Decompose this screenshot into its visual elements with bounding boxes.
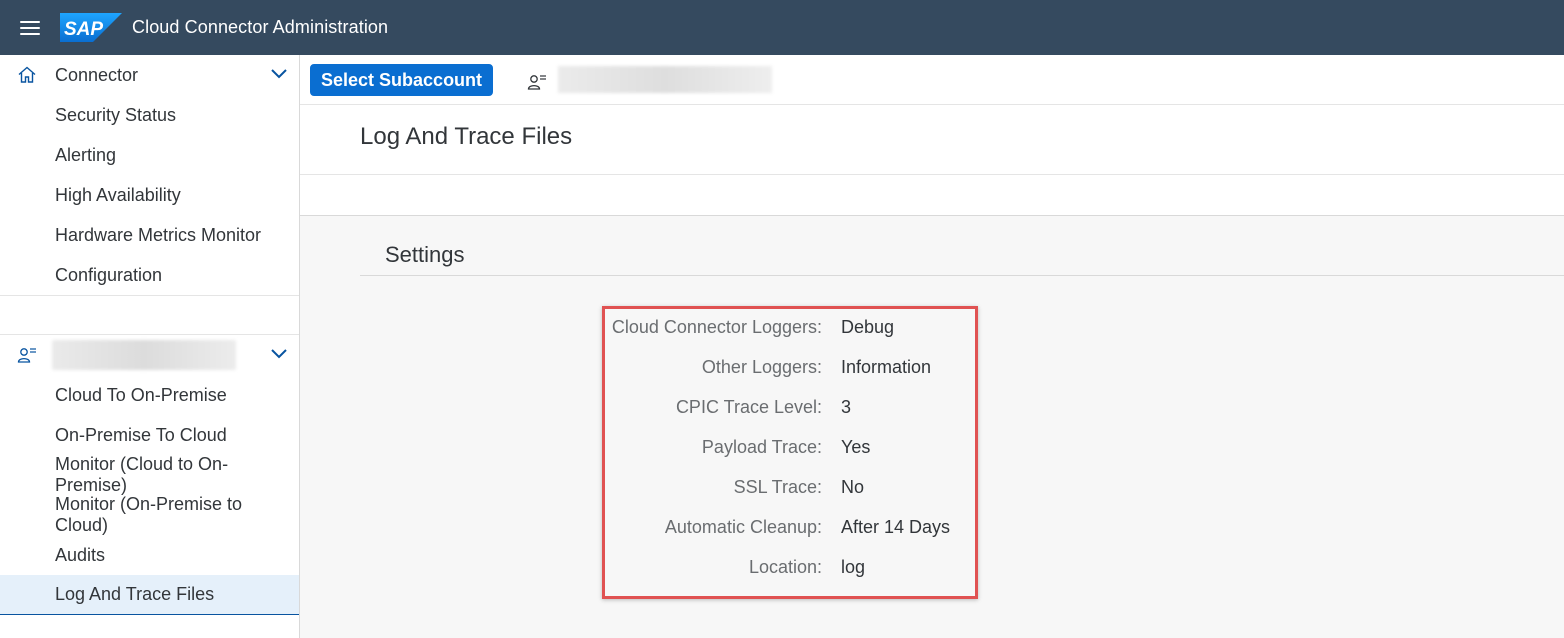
svg-text:SAP: SAP xyxy=(64,19,103,40)
chevron-down-icon[interactable] xyxy=(270,347,288,361)
sidebar-item-high-availability[interactable]: High Availability xyxy=(0,175,299,215)
redacted-subaccount-name xyxy=(52,340,236,370)
nav-group-connector: Connector Security Status Alerting High … xyxy=(0,55,299,295)
setting-label: SSL Trace: xyxy=(733,477,822,497)
sidebar-item-configuration[interactable]: Configuration xyxy=(0,255,299,295)
settings-row: SSL Trace: No xyxy=(300,473,980,503)
setting-value: Yes xyxy=(841,437,871,457)
nav-header-label: Connector xyxy=(55,64,139,85)
setting-value: No xyxy=(841,477,865,497)
home-icon xyxy=(18,66,36,83)
user-list-icon xyxy=(527,75,546,90)
sidebar-item-on-premise-to-cloud[interactable]: On-Premise To Cloud xyxy=(0,415,299,455)
settings-row: CPIC Trace Level: 3 xyxy=(300,393,980,423)
page-header: Log And Trace Files xyxy=(300,105,1564,175)
sap-logo: SAP xyxy=(60,13,122,42)
shell-bar: SAP Cloud Connector Administration xyxy=(0,0,1564,55)
side-navigation: Connector Security Status Alerting High … xyxy=(0,55,300,638)
nav-header-connector[interactable]: Connector xyxy=(0,55,299,95)
sidebar-item-monitor-cloud-to-on-premise[interactable]: Monitor (Cloud to On-Premise) xyxy=(0,454,299,495)
sidebar-item-log-and-trace-files[interactable]: Log And Trace Files xyxy=(0,575,299,615)
page-title: Log And Trace Files xyxy=(360,123,573,150)
setting-label: Other Loggers: xyxy=(701,357,822,377)
sidebar-item-audits[interactable]: Audits xyxy=(0,535,299,575)
setting-label: Cloud Connector Loggers: xyxy=(611,317,822,337)
sidebar-item-hardware-metrics-monitor[interactable]: Hardware Metrics Monitor xyxy=(0,215,299,255)
select-subaccount-button[interactable]: Select Subaccount xyxy=(310,64,494,96)
settings-row: Cloud Connector Loggers: Debug xyxy=(300,313,980,343)
settings-row: Location: log xyxy=(300,553,980,583)
setting-label: Location: xyxy=(748,557,822,577)
section-divider xyxy=(360,275,1564,276)
setting-value: After 14 Days xyxy=(841,517,951,537)
sidebar-item-monitor-on-premise-to-cloud[interactable]: Monitor (On-Premise to Cloud) xyxy=(0,494,299,535)
setting-value: Information xyxy=(841,357,932,377)
sidebar-item-cloud-to-on-premise[interactable]: Cloud To On-Premise xyxy=(0,375,299,415)
settings-row: Payload Trace: Yes xyxy=(300,433,980,463)
redacted-subaccount-name xyxy=(558,66,772,93)
nav-header-subaccount[interactable] xyxy=(0,335,299,375)
main-content: Select Subaccount Log And Trace Files Se… xyxy=(300,55,1564,638)
setting-value: log xyxy=(841,557,866,577)
subaccount-toolbar: Select Subaccount xyxy=(300,55,1564,105)
setting-label: Automatic Cleanup: xyxy=(664,517,822,537)
nav-separator xyxy=(0,295,299,335)
hamburger-icon xyxy=(20,20,40,35)
setting-label: Payload Trace: xyxy=(701,437,822,457)
setting-value: Debug xyxy=(841,317,895,337)
setting-label: CPIC Trace Level: xyxy=(675,397,822,417)
section-title: Settings xyxy=(385,242,465,267)
setting-value: 3 xyxy=(841,397,852,417)
chevron-down-icon[interactable] xyxy=(270,67,288,81)
menu-button[interactable] xyxy=(0,0,60,55)
sidebar-item-alerting[interactable]: Alerting xyxy=(0,135,299,175)
user-list-icon xyxy=(17,348,36,363)
header-strip xyxy=(300,175,1564,216)
sidebar-item-security-status[interactable]: Security Status xyxy=(0,95,299,135)
nav-group-subaccount: Cloud To On-Premise On-Premise To Cloud … xyxy=(0,335,299,615)
app-title: Cloud Connector Administration xyxy=(132,17,389,37)
settings-row: Automatic Cleanup: After 14 Days xyxy=(300,513,980,543)
settings-row: Other Loggers: Information xyxy=(300,353,980,383)
